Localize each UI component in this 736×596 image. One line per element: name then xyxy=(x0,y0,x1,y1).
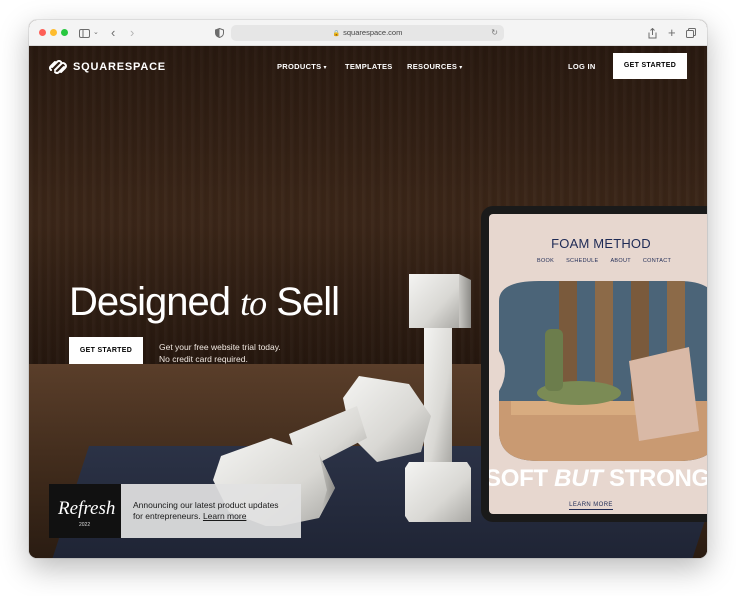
tablet-screen: FOAM METHOD BOOK SCHEDULE ABOUT CONTACT xyxy=(489,214,707,514)
address-bar[interactable]: 🔒 squarespace.com ↻ xyxy=(231,25,504,41)
chevron-down-icon: ▾ xyxy=(459,65,463,71)
squarespace-logo[interactable]: SQUARESPACE xyxy=(49,60,166,74)
refresh-thumbnail-title: Refresh xyxy=(58,498,116,519)
hero-subtitle: Get your free website trial today. No cr… xyxy=(159,341,281,365)
hero-title-part2: Sell xyxy=(276,280,340,324)
learn-more-link[interactable]: Learn more xyxy=(203,511,246,521)
tablet-mockup: FOAM METHOD BOOK SCHEDULE ABOUT CONTACT xyxy=(481,206,707,522)
share-icon[interactable] xyxy=(648,25,657,41)
foam-nav-contact: CONTACT xyxy=(642,258,672,264)
hero-get-started-button[interactable]: GET STARTED xyxy=(69,337,143,364)
foam-nav-schedule: SCHEDULE xyxy=(566,258,599,264)
login-link[interactable]: LOG IN xyxy=(568,62,596,71)
close-window-button[interactable] xyxy=(39,29,46,36)
chevron-down-icon[interactable]: ⌄ xyxy=(93,25,99,41)
announcement-text: Announcing our latest product updates fo… xyxy=(133,500,279,522)
nav-resources[interactable]: RESOURCES ▾ xyxy=(407,62,463,71)
back-icon[interactable]: ‹ xyxy=(111,25,115,41)
sidebar-icon[interactable] xyxy=(79,25,90,41)
browser-window: ⌄ ‹ › 🔒 squarespace.com ↻ + SQUARESPACE … xyxy=(29,20,707,558)
reload-icon[interactable]: ↻ xyxy=(491,25,498,41)
hero-title-part1: Designed xyxy=(69,280,231,324)
new-tab-icon[interactable]: + xyxy=(668,25,676,41)
nav-products-label: PRODUCTS xyxy=(277,62,322,71)
foam-nav-about: ABOUT xyxy=(610,258,631,264)
announcement-line1: Announcing our latest product updates xyxy=(133,500,279,510)
nav-get-started-button[interactable]: GET STARTED xyxy=(613,53,687,79)
nav-templates-label: TEMPLATES xyxy=(345,62,393,71)
foam-headline-part1: SOFT xyxy=(489,465,548,492)
refresh-thumbnail: Refresh 2022 xyxy=(49,484,121,538)
squarespace-logo-icon xyxy=(49,60,67,74)
forward-icon[interactable]: › xyxy=(130,25,134,41)
hero-title-italic: to xyxy=(240,283,267,323)
nav-resources-label: RESOURCES xyxy=(407,62,458,71)
zoom-window-button[interactable] xyxy=(61,29,68,36)
refresh-thumbnail-year: 2022 xyxy=(79,522,91,528)
nav-templates[interactable]: TEMPLATES xyxy=(345,62,393,71)
brand-name: SQUARESPACE xyxy=(73,61,166,73)
foam-learn-more-label: LEARN MORE xyxy=(569,502,613,510)
tabs-icon[interactable] xyxy=(686,25,696,41)
shield-icon[interactable] xyxy=(215,25,224,41)
foam-nav-book: BOOK xyxy=(537,258,555,264)
foam-method-headline: SOFT BUT STRONG xyxy=(489,466,707,492)
nav-products[interactable]: PRODUCTS ▾ xyxy=(277,62,327,71)
foam-learn-more-link: LEARN MORE xyxy=(489,502,693,510)
chevron-down-icon: ▾ xyxy=(323,65,327,71)
browser-toolbar: ⌄ ‹ › 🔒 squarespace.com ↻ + xyxy=(29,20,707,46)
foam-headline-part2: STRONG xyxy=(608,465,707,492)
web-page: SQUARESPACE PRODUCTS ▾ TEMPLATES RESOURCE… xyxy=(29,46,707,558)
minimize-window-button[interactable] xyxy=(50,29,57,36)
announcement-line2: for entrepreneurs. xyxy=(133,511,201,521)
foam-headline-italic: BUT xyxy=(554,465,603,492)
url-text: squarespace.com xyxy=(343,28,403,37)
foam-method-photo xyxy=(499,281,707,461)
foam-method-brand: FOAM METHOD xyxy=(551,236,651,251)
lock-icon: 🔒 xyxy=(332,31,341,37)
hero-subtitle-line1: Get your free website trial today. xyxy=(159,342,281,352)
hero-title: Designed to Sell xyxy=(69,280,340,325)
hero-subtitle-line2: No credit card required. xyxy=(159,354,248,364)
announcement-banner[interactable]: Refresh 2022 Announcing our latest produ… xyxy=(49,484,301,538)
foam-method-nav: BOOK SCHEDULE ABOUT CONTACT xyxy=(537,258,671,264)
